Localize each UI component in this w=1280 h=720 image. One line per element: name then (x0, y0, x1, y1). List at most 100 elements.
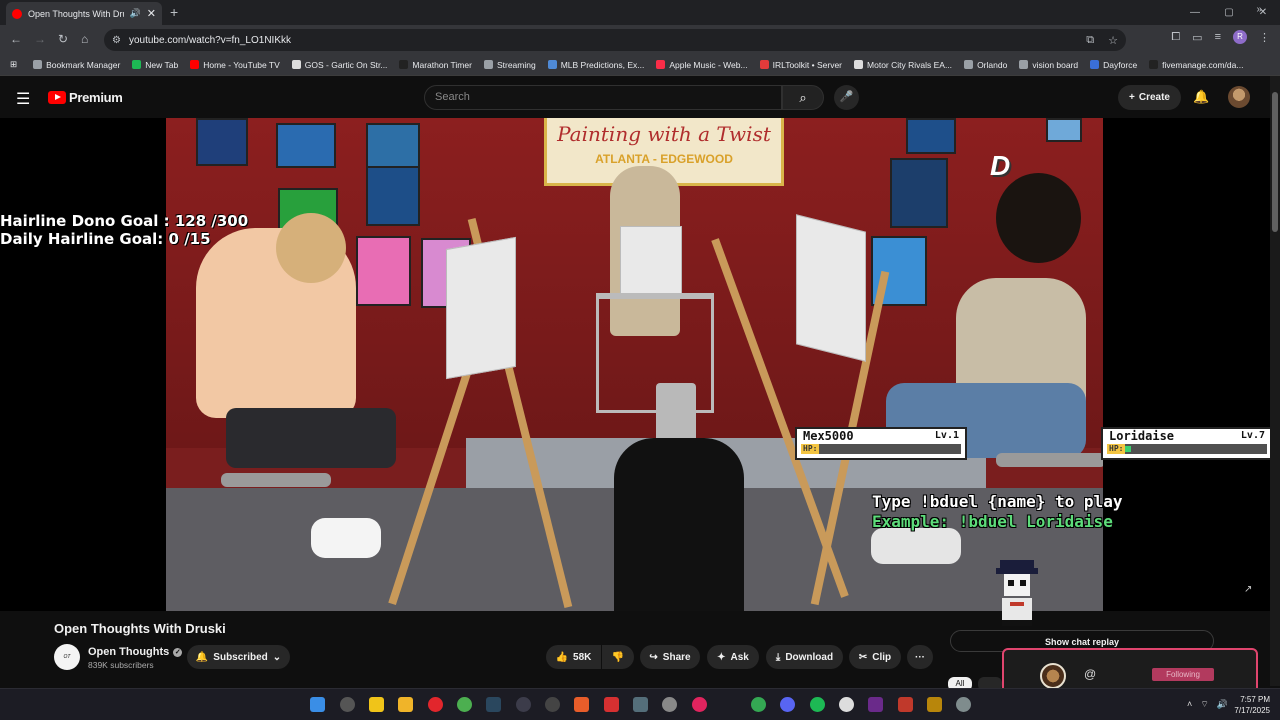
search-button[interactable]: ⌕ (782, 85, 824, 110)
scrollbar-thumb[interactable] (1272, 92, 1278, 232)
sneakers-right (871, 528, 961, 564)
instruction-text: Type !bduel {name} to play (872, 492, 1123, 511)
app-icon[interactable] (340, 697, 355, 712)
notes-app-icon[interactable] (369, 697, 384, 712)
video-frame[interactable]: Painting with a Twist ATLANTA - EDGEWOOD (166, 118, 1103, 611)
steam-icon[interactable] (486, 697, 501, 712)
bookmark-item[interactable]: Marathon Timer (399, 60, 472, 70)
bookmark-item[interactable]: Dayforce (1090, 60, 1137, 70)
cast-icon[interactable]: ⧉ (1086, 34, 1094, 47)
media-control-icon[interactable]: ≡ (1215, 31, 1221, 43)
youtube-logo[interactable]: Premium (48, 90, 123, 105)
user-avatar[interactable] (1228, 86, 1250, 108)
app-icon[interactable] (633, 697, 648, 712)
dislike-button[interactable]: 👎 (602, 645, 634, 669)
search-input[interactable]: Search (424, 85, 782, 110)
bookmarks-more-button[interactable]: » (1256, 4, 1262, 15)
ask-button[interactable]: ✦ Ask (707, 645, 759, 669)
app-icon[interactable] (898, 697, 913, 712)
download-button[interactable]: ⤓ Download (766, 645, 843, 669)
taskbar-clock[interactable]: 7:57 PM 7/17/2025 (1234, 694, 1270, 716)
channel-avatar[interactable]: OT (54, 644, 80, 670)
wifi-icon[interactable]: ⌔ (1200, 699, 1208, 710)
bookmark-item[interactable]: MLB Predictions, Ex... (547, 60, 644, 70)
bookmark-item[interactable]: Streaming (483, 60, 536, 70)
hp-bar: HP: (801, 444, 961, 454)
reload-icon[interactable]: ↻ (58, 32, 68, 46)
apps-icon[interactable]: ⊞ (10, 59, 17, 70)
channel-name-text[interactable]: Open Thoughts (88, 646, 169, 658)
chrome-icon[interactable] (457, 697, 472, 712)
app-icon[interactable] (604, 697, 619, 712)
bookmark-item[interactable]: vision board (1019, 60, 1078, 70)
bookmark-item[interactable]: New Tab (132, 60, 178, 70)
more-actions-button[interactable]: ··· (907, 645, 933, 669)
wall-painting (890, 158, 948, 228)
sparkle-icon: ✦ (717, 651, 726, 663)
discord-icon[interactable] (780, 697, 795, 712)
voice-search-button[interactable]: 🎤 (834, 85, 859, 110)
minimize-button[interactable]: — (1178, 0, 1212, 25)
app-icon[interactable] (839, 697, 854, 712)
app-icon[interactable] (927, 697, 942, 712)
forward-icon[interactable]: → (34, 32, 46, 46)
player-name: Mex5000 (803, 429, 854, 443)
bookmark-label: Marathon Timer (412, 59, 472, 70)
browser-tab-bar: Open Thoughts With Druski 🔊 ✕ + — ▢ ✕ (0, 0, 1280, 25)
app-icon[interactable] (751, 697, 766, 712)
split-view-icon[interactable]: ▭ (1192, 31, 1202, 44)
next-app-icon[interactable] (868, 697, 883, 712)
file-explorer-icon[interactable] (398, 697, 413, 712)
app-icon[interactable] (574, 697, 589, 712)
bookmark-item[interactable]: IRLToolkit • Server (759, 60, 842, 70)
maximize-button[interactable]: ▢ (1212, 0, 1246, 25)
browser-tab[interactable]: Open Thoughts With Druski 🔊 ✕ (6, 2, 162, 25)
4k-downloader-icon[interactable] (545, 697, 560, 712)
opera-icon[interactable] (428, 697, 443, 712)
start-windows-icon[interactable] (310, 697, 325, 712)
stool-right (996, 453, 1103, 467)
channel-name[interactable]: Open Thoughts ✓ (88, 646, 183, 658)
bookmark-item[interactable]: Orlando (964, 60, 1007, 70)
notifications-bell-icon[interactable]: 🔔 (1193, 89, 1209, 105)
hp-fill (1125, 446, 1132, 452)
bookmark-item[interactable]: Bookmark Manager (33, 60, 120, 70)
share-label: Share (662, 651, 691, 663)
page-scrollbar[interactable] (1270, 76, 1280, 686)
share-button[interactable]: ↪ Share (640, 645, 700, 669)
blank-canvas-left (446, 236, 516, 380)
close-window-button[interactable]: ✕ (1246, 0, 1280, 25)
menu-kebab-icon[interactable]: ⋮ (1259, 31, 1270, 44)
new-tab-button[interactable]: + (170, 4, 178, 20)
home-icon[interactable]: ⌂ (81, 32, 88, 46)
like-button[interactable]: 👍 58K (546, 645, 601, 669)
bookmark-label: New Tab (145, 59, 179, 70)
app-icon[interactable] (516, 697, 531, 712)
follower-avatar (1040, 663, 1066, 689)
bookmark-item[interactable]: Motor City Rivals EA... (854, 60, 952, 70)
bookmark-item[interactable]: Apple Music - Web... (656, 60, 748, 70)
bookmark-item[interactable]: GOS - Gartic On Str... (291, 60, 387, 70)
back-icon[interactable]: ← (10, 32, 22, 46)
clip-button[interactable]: ✂ Clip (849, 645, 901, 669)
volume-icon[interactable]: 🔊 (1217, 699, 1228, 710)
menu-icon[interactable]: ☰ (16, 89, 30, 109)
spotify-icon[interactable] (810, 697, 825, 712)
address-bar[interactable]: ⚙ youtube.com/watch?v=fn_LO1NIKkk ⧉ ☆ (104, 29, 1126, 51)
extensions-icon[interactable]: ⧠ (1171, 31, 1180, 44)
site-info-icon[interactable]: ⚙ (112, 35, 121, 46)
subscribed-button[interactable]: 🔔 Subscribed ⌄ (187, 645, 290, 669)
profile-avatar[interactable]: R (1233, 30, 1247, 44)
obs-icon[interactable] (662, 697, 677, 712)
settings-gear-icon[interactable] (956, 697, 971, 712)
ask-label: Ask (730, 651, 749, 663)
bookmark-item[interactable]: Home - YouTube TV (190, 60, 280, 70)
create-button[interactable]: + Create (1118, 85, 1181, 110)
tray-chevron-icon[interactable]: ˄ (1187, 699, 1192, 710)
bookmark-star-icon[interactable]: ☆ (1108, 34, 1118, 47)
bookmark-item[interactable]: fivemanage.com/da... (1149, 60, 1243, 70)
close-tab-icon[interactable]: ✕ (147, 7, 156, 20)
speaker-icon[interactable]: 🔊 (130, 8, 141, 19)
app-icon[interactable] (692, 697, 707, 712)
duel-instructions: Type !bduel {name} to play Example: !bdu… (872, 492, 1122, 532)
